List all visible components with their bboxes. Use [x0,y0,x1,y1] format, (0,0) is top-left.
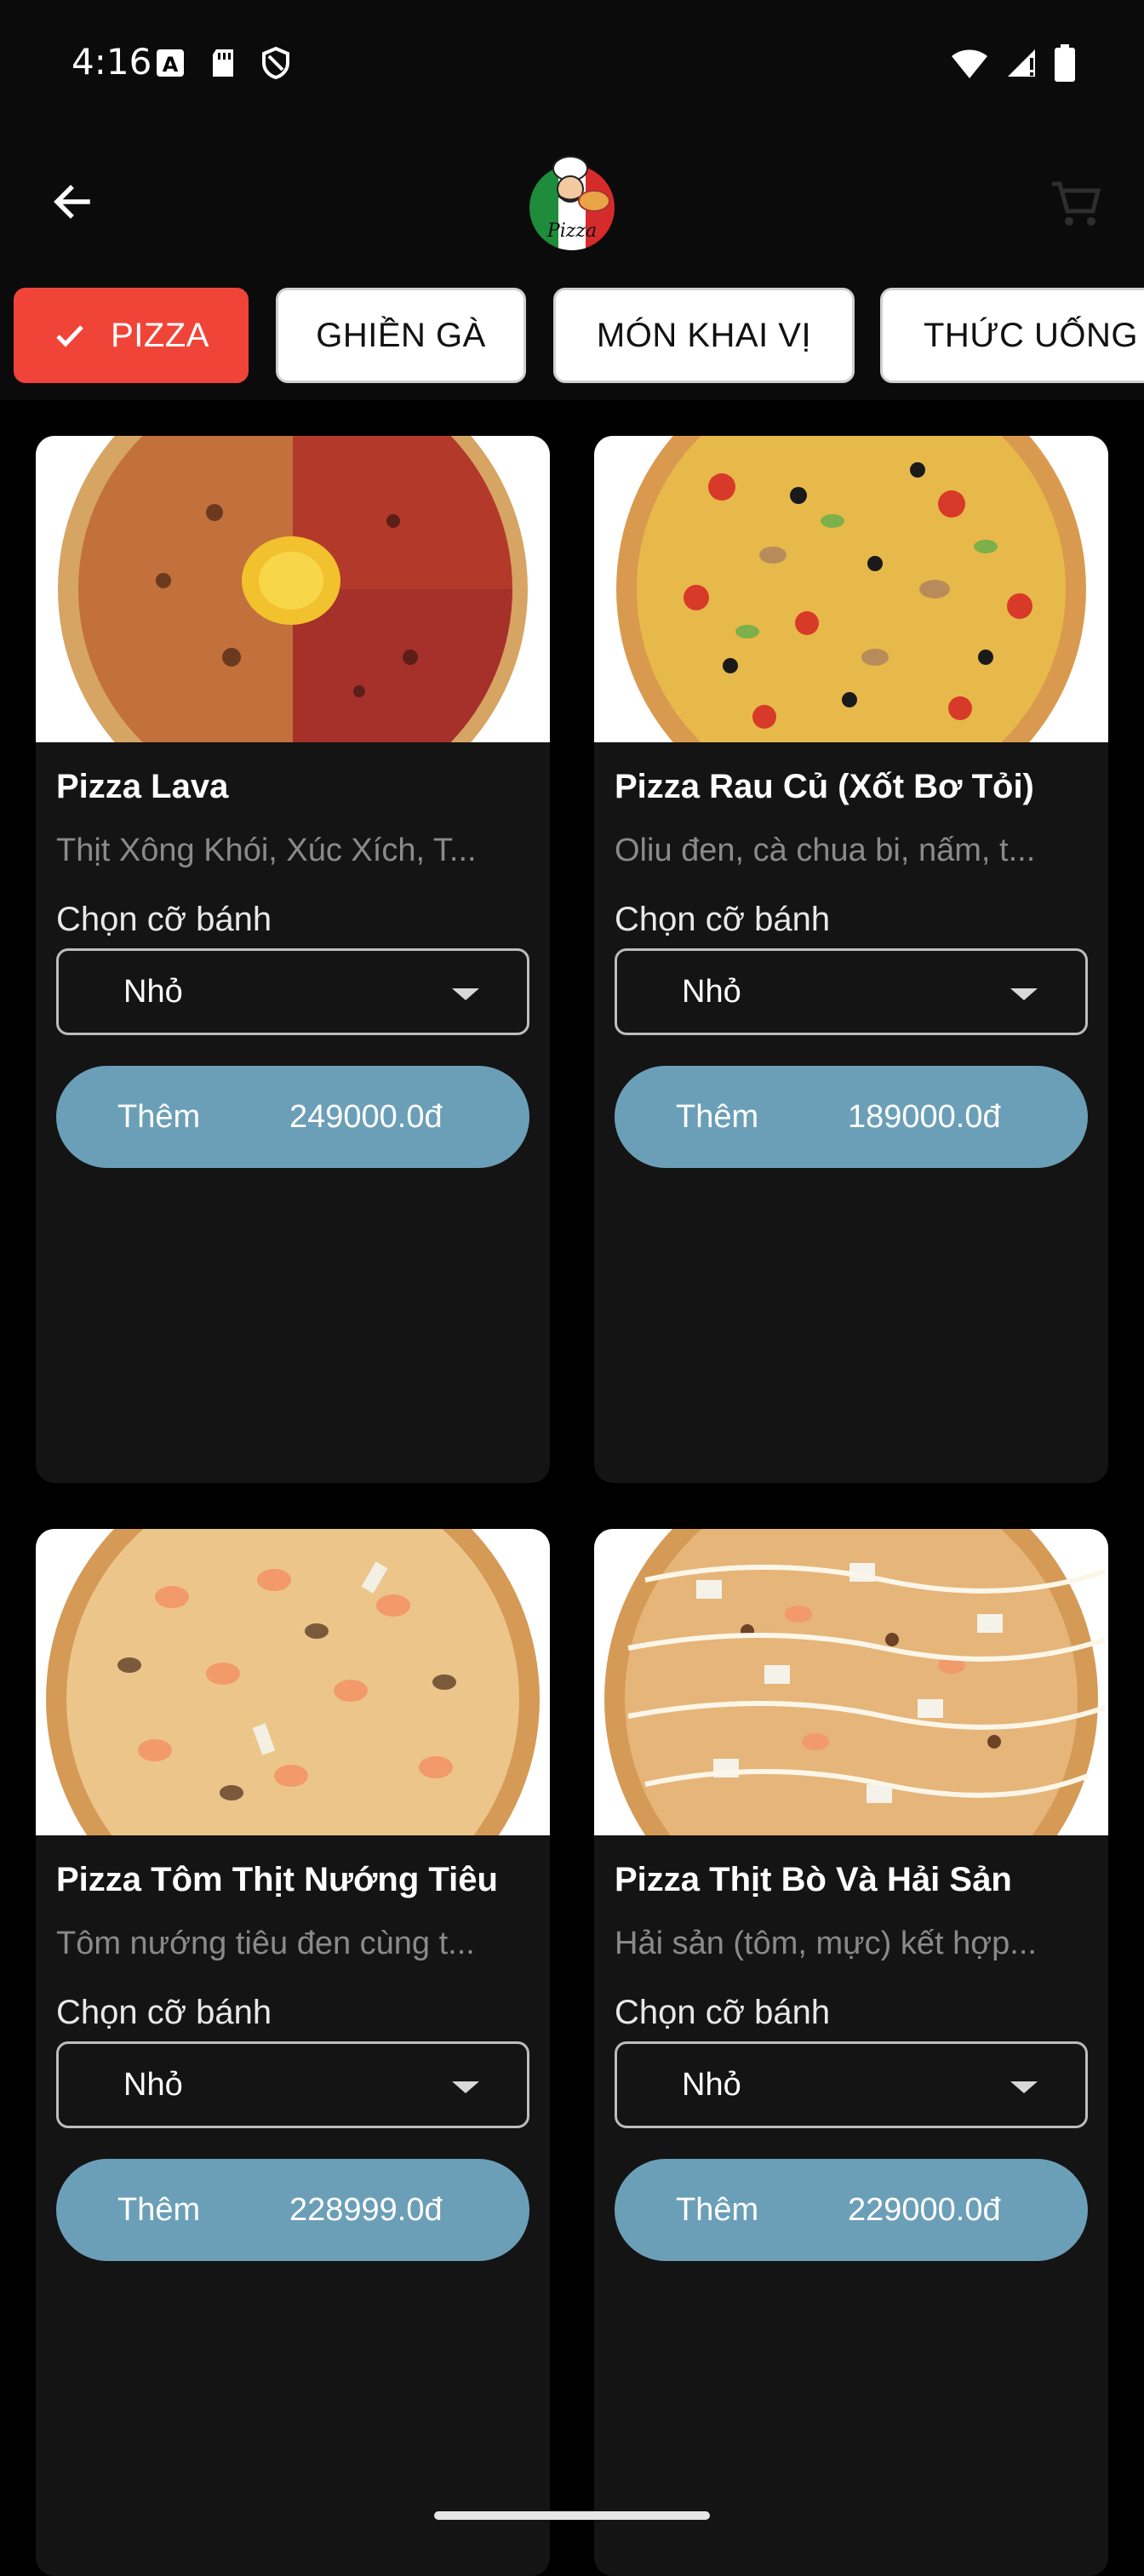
add-label: Thêm [676,2191,759,2228]
product-price: 228999.0đ [289,2191,443,2228]
size-dropdown[interactable]: Nhỏ [56,948,529,1035]
chip-label: PIZZA [111,316,209,354]
chip-label: GHIỀN GÀ [316,316,486,354]
dropdown-arrow-icon [452,2081,479,2093]
dropdown-arrow-icon [452,988,479,1000]
product-card[interactable]: Pizza Thịt Bò Và Hải Sản Hải sản (tôm, m… [594,1529,1108,2576]
shopping-cart-icon [1052,181,1101,226]
add-to-cart-button[interactable]: Thêm 229000.0đ [615,2159,1088,2261]
size-label: Chọn cỡ bánh [615,901,831,938]
size-value: Nhỏ [682,973,741,1010]
app-bar: Pizza [0,128,1144,289]
product-description: Tôm nướng tiêu đen cùng t... [56,1926,475,1961]
svg-text:A: A [163,53,179,77]
product-image [36,436,550,742]
product-description: Oliu đen, cà chua bi, nấm, t... [615,833,1036,868]
chip-mon-khai-vi[interactable]: MÓN KHAI VỊ [553,288,855,383]
size-dropdown[interactable]: Nhỏ [615,948,1088,1035]
size-dropdown[interactable]: Nhỏ [615,2041,1088,2128]
dropdown-arrow-icon [1010,2081,1038,2093]
wifi-icon [950,46,989,84]
product-name: Pizza Thịt Bò Và Hải Sản [615,1861,1012,1898]
dropdown-arrow-icon [1010,988,1038,1000]
product-card[interactable]: Pizza Rau Củ (Xốt Bơ Tỏi) Oliu đen, cà c… [594,436,1108,1483]
cell-signal-icon [1004,46,1038,84]
add-label: Thêm [117,2191,201,2228]
chip-thuc-uong[interactable]: THỨC UỐNG [880,288,1144,383]
product-name: Pizza Tôm Thịt Nướng Tiêu [56,1861,498,1898]
product-name: Pizza Lava [56,768,229,805]
add-to-cart-button[interactable]: Thêm 249000.0đ [56,1066,529,1168]
product-description: Thịt Xông Khói, Xúc Xích, T... [56,833,477,868]
product-image [594,436,1108,742]
size-value: Nhỏ [682,2066,741,2103]
arrow-back-icon [54,185,90,219]
add-to-cart-button[interactable]: Thêm 228999.0đ [56,2159,529,2261]
product-name: Pizza Rau Củ (Xốt Bơ Tỏi) [615,768,1034,805]
size-dropdown[interactable]: Nhỏ [56,2041,529,2128]
product-card[interactable]: Pizza Lava Thịt Xông Khói, Xúc Xích, T..… [36,436,550,1483]
keyboard-a-icon: A [153,46,187,80]
product-image [594,1529,1108,1835]
status-icons-left: A [153,46,293,80]
status-icons-right [950,44,1076,86]
svg-text:Pizza: Pizza [546,220,597,242]
chip-ghien-ga[interactable]: GHIỀN GÀ [276,288,526,383]
sd-card-icon [206,46,240,80]
product-price: 189000.0đ [848,1098,1001,1135]
status-bar: 4:16 A [0,0,1144,128]
check-icon [53,318,87,352]
status-time: 4:16 [72,41,152,83]
size-label: Chọn cỡ bánh [56,901,272,938]
add-label: Thêm [676,1098,759,1135]
size-label: Chọn cỡ bánh [56,1994,272,2031]
product-image [36,1529,550,1835]
size-value: Nhỏ [123,973,183,1010]
size-value: Nhỏ [123,2066,183,2103]
shield-icon [259,46,293,80]
chip-pizza[interactable]: PIZZA [14,288,249,383]
add-label: Thêm [117,1098,201,1135]
chip-label: THỨC UỐNG [924,316,1138,354]
back-button[interactable] [43,172,102,232]
category-chips: PIZZA GHIỀN GÀ MÓN KHAI VỊ THỨC UỐNG [0,281,1144,400]
product-card[interactable]: Pizza Tôm Thịt Nướng Tiêu Tôm nướng tiêu… [36,1529,550,2576]
pizza-logo: Pizza [521,152,623,254]
battery-icon [1054,44,1076,86]
product-price: 249000.0đ [289,1098,443,1135]
size-label: Chọn cỡ bánh [615,1994,831,2031]
cart-button[interactable] [1042,170,1110,238]
home-indicator[interactable] [434,2511,710,2520]
chip-label: MÓN KHAI VỊ [596,316,812,354]
product-price: 229000.0đ [848,2191,1001,2228]
add-to-cart-button[interactable]: Thêm 189000.0đ [615,1066,1088,1168]
product-description: Hải sản (tôm, mực) kết hợp... [615,1926,1037,1961]
